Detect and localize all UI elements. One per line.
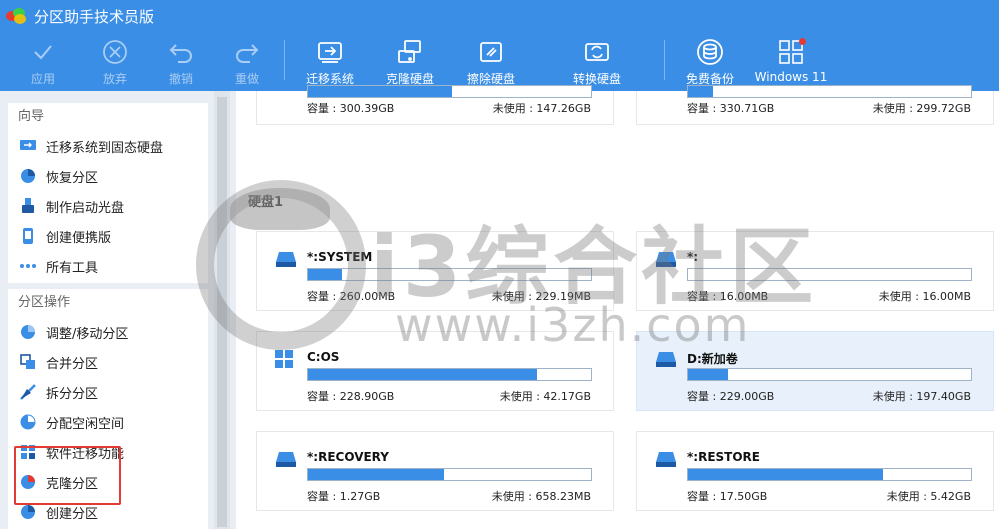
wipe-disk-button[interactable]: 擦除硬盘 [452, 34, 530, 90]
portable-icon [20, 228, 36, 244]
notification-dot-icon [799, 38, 806, 45]
drive-icon [655, 350, 677, 368]
sidebar-item-merge[interactable]: 合并分区 [8, 347, 208, 377]
partition-card-restore[interactable]: *:RESTORE 容量 : 17.50GB 未使用 : 5.42GB [636, 431, 994, 511]
apply-button[interactable]: 应用 [4, 34, 82, 90]
allocate-icon [20, 414, 36, 430]
drive-icon [655, 250, 677, 268]
partition-card-system[interactable]: *:SYSTEM 容量 : 260.00MB 未使用 : 229.19MB [256, 231, 614, 311]
red-highlight-box [14, 446, 121, 505]
redo-button[interactable]: 重做 [208, 34, 286, 90]
windows-icon [275, 350, 297, 368]
usage-bar [687, 85, 972, 98]
sidebar: 向导 迁移系统到固态硬盘 恢复分区 制作启动光盘 创建便携版 所有工具 分区操作… [0, 91, 236, 529]
wizard-panel: 向导 迁移系统到固态硬盘 恢复分区 制作启动光盘 创建便携版 所有工具 [8, 103, 220, 283]
usage-bar [687, 468, 972, 481]
migrate-os-button[interactable]: 迁移系统 [291, 34, 369, 90]
disk1-header[interactable]: 硬盘1 [238, 176, 328, 236]
merge-icon [20, 354, 36, 370]
sidebar-item-bootable-media[interactable]: 制作启动光盘 [8, 191, 208, 221]
split-icon [20, 384, 36, 400]
partition-card-d[interactable]: D:新加卷 容量 : 229.00GB 未使用 : 197.40GB [636, 331, 994, 411]
resize-icon [20, 324, 36, 340]
disk-map: 容量 : 300.39GB 未使用 : 147.26GB 容量 : 330.71… [236, 85, 999, 529]
create-partition-icon [20, 504, 36, 520]
convert-disk-icon [582, 37, 612, 67]
partition-ops-title: 分区操作 [18, 295, 71, 310]
sidebar-item-portable[interactable]: 创建便携版 [8, 221, 208, 251]
drive-icon [275, 450, 297, 468]
bootable-media-icon [20, 198, 36, 214]
disk1-label: 硬盘1 [248, 195, 284, 210]
drive-icon [655, 450, 677, 468]
undo-icon [166, 37, 196, 67]
top-bar: 分区助手技术员版 应用 放弃 撤销 重做 迁移系统 克隆硬盘 擦除硬盘 转换硬盘… [0, 0, 999, 91]
usage-bar [687, 368, 972, 381]
usage-bar [307, 368, 592, 381]
usage-bar [687, 268, 972, 281]
sidebar-scroll-thumb[interactable] [217, 97, 227, 527]
convert-disk-button[interactable]: 转换硬盘 [558, 34, 636, 90]
app-title: 分区助手技术员版 [34, 7, 155, 26]
check-icon [28, 37, 58, 67]
toolbar-separator [284, 40, 285, 80]
title-bar: 分区助手技术员版 [0, 0, 999, 32]
partition-card-recovery[interactable]: *:RECOVERY 容量 : 1.27GB 未使用 : 658.23MB [256, 431, 614, 511]
backup-database-icon [695, 37, 725, 67]
sidebar-item-split[interactable]: 拆分分区 [8, 377, 208, 407]
wizard-title: 向导 [18, 109, 45, 124]
sidebar-item-restore-partition[interactable]: 恢复分区 [8, 161, 208, 191]
partition-card-reserved[interactable]: *: 容量 : 16.00MB 未使用 : 16.00MB [636, 231, 994, 311]
toolbar: 应用 放弃 撤销 重做 迁移系统 克隆硬盘 擦除硬盘 转换硬盘 免费备份 Win… [0, 34, 999, 91]
usage-bar [307, 85, 592, 98]
usage-bar [307, 268, 592, 281]
sidebar-item-resize-move[interactable]: 调整/移动分区 [8, 317, 208, 347]
clone-disk-icon [395, 37, 425, 67]
all-tools-icon [20, 258, 36, 274]
windows11-button[interactable]: Windows 11 [752, 34, 830, 90]
efi-drive-icon [275, 250, 297, 268]
redo-icon [232, 37, 262, 67]
sidebar-item-migrate-ssd[interactable]: 迁移系统到固态硬盘 [8, 131, 208, 161]
restore-partition-icon [20, 168, 36, 184]
toolbar-separator [664, 40, 665, 80]
sidebar-item-allocate-space[interactable]: 分配空闲空间 [8, 407, 208, 437]
sidebar-item-all-tools[interactable]: 所有工具 › [8, 251, 220, 281]
partition-card-c[interactable]: C:OS 容量 : 228.90GB 未使用 : 42.17GB [256, 331, 614, 411]
partition-card[interactable]: 容量 : 300.39GB 未使用 : 147.26GB [256, 85, 614, 125]
app-logo-icon [6, 8, 28, 24]
windows-grid-icon [776, 37, 806, 67]
clone-disk-button[interactable]: 克隆硬盘 [371, 34, 449, 90]
usage-bar [307, 468, 592, 481]
wipe-disk-icon [476, 37, 506, 67]
cancel-circle-icon [100, 37, 130, 67]
migrate-ssd-icon [20, 138, 36, 154]
partition-card[interactable]: 容量 : 330.71GB 未使用 : 299.72GB [636, 85, 994, 125]
migrate-os-icon [315, 37, 345, 67]
free-backup-button[interactable]: 免费备份 [671, 34, 749, 90]
